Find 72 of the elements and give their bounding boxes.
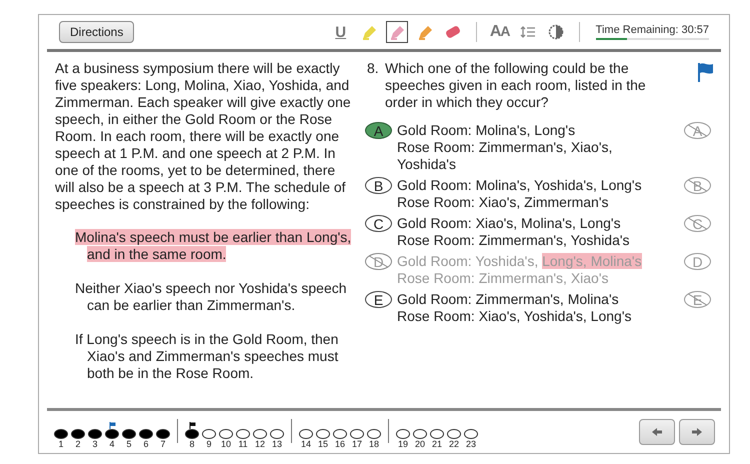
question-dot[interactable] [202,429,216,439]
contrast-icon [548,24,564,40]
rule-text: Molina's speech must be earlier than Long's, and in the same room. [75,229,352,263]
passage-text: At a business symposium there will be exactly five speakers: Long, Molina, Xiao, Yoshida, and Zimmerman. Each speaker will give exactly one speech, in either the Gold Room or the Rose Room. In each room, there will be exactly one speech at 1 P.M. and one speech at 2 P.M. In one of the rooms, yet to be determined, there will also be a speech at 3 P.M. The schedule of speeches is constrained by the following: [55,60,352,213]
answer-choice-text: Gold Room: Yoshida's, Long's, Molina's Rose Room: Zimmerman's, Xiao's [397,253,643,287]
question-dot[interactable] [88,429,102,439]
question-number: 9 [206,439,212,449]
question-dot[interactable] [253,429,267,439]
font-size-button[interactable]: AA [488,21,511,43]
question-number: 20 [414,439,425,449]
question-dot[interactable] [316,429,330,439]
question-number: 3 [92,439,98,449]
left-arrow-icon [651,427,663,437]
question-text: Which one of the following could be the speeches given in each room, listed in the order in which they occur? [385,60,647,111]
previous-button[interactable] [639,419,675,445]
question-number: 5 [126,439,132,449]
right-arrow-icon [691,427,703,437]
answer-choice-text: Gold Room: Molina's, Long's Rose Room: Zimmerman's, Xiao's, Yoshida's [397,122,614,173]
question-dot[interactable] [447,429,461,439]
question-number: 13 [272,439,282,449]
answer-choice-text: Gold Room: Molina's, Yoshida's, Long's Rose Room: Xiao's, Zimmerman's [397,177,643,211]
underline-button[interactable]: U [330,21,352,43]
answer-choice-text: Gold Room: Xiao's, Molina's, Long's Rose Room: Zimmerman's, Yoshida's [397,215,631,249]
question-number: 1 [58,439,64,449]
answer-choice-button[interactable]: C [365,215,392,232]
question-number: 18 [368,439,379,449]
time-remaining: Time Remaining: 30:57 [596,24,709,36]
line-spacing-icon [520,25,536,39]
question-number: 11 [238,439,248,449]
question-dot[interactable] [139,429,153,439]
question-dot[interactable] [219,429,233,439]
answer-choice-button[interactable]: B [365,177,392,194]
question-dot[interactable] [270,429,284,439]
question-number: 12 [254,439,265,449]
answer-choice-text: Gold Room: Zimmerman's, Molina's Rose Room: Xiao's, Yoshida's, Long's [397,291,632,325]
question-number: 15 [318,439,328,449]
question-dot[interactable] [105,429,119,439]
directions-button[interactable]: Directions [59,21,134,43]
question-number: 4 [109,439,114,449]
question-dot[interactable] [413,429,427,439]
question-dot[interactable] [122,429,136,439]
next-button[interactable] [679,419,715,445]
question-number: 19 [398,439,408,449]
rule-text: Neither Xiao's speech nor Yoshida's speech can be earlier than Zimmerman's. [75,280,348,314]
question-dot[interactable] [156,429,170,439]
question-dot[interactable] [333,429,347,439]
question-number: 8. [367,60,380,78]
eliminate-button[interactable]: D [684,253,711,270]
question-dot[interactable] [185,429,199,439]
question-number: 2 [75,439,80,449]
question-dot[interactable] [367,429,381,439]
question-number: 10 [220,439,231,449]
answer-choice-button[interactable]: A [365,122,392,139]
question-dot[interactable] [350,429,364,439]
question-number: 21 [432,439,442,449]
question-number: 14 [300,439,311,449]
question-dot[interactable] [299,429,313,439]
question-dot[interactable] [54,429,68,439]
rule-text: If Long's speech is in the Gold Room, then Xiao's and Zimmerman's speeches must both be in the Rose Room. [75,331,340,382]
question-number: 17 [352,439,362,449]
question-number: 6 [143,439,148,449]
question-number: 23 [466,439,476,449]
question-dot[interactable] [430,429,444,439]
question-dot[interactable] [396,429,410,439]
question-number: 8 [189,439,194,449]
answer-choice-button[interactable]: E [365,291,392,308]
question-number: 22 [448,439,459,449]
question-number: 7 [160,439,166,449]
question-dot[interactable] [236,429,250,439]
question-dot[interactable] [464,429,478,439]
question-dot[interactable] [71,429,85,439]
question-number: 16 [334,439,345,449]
